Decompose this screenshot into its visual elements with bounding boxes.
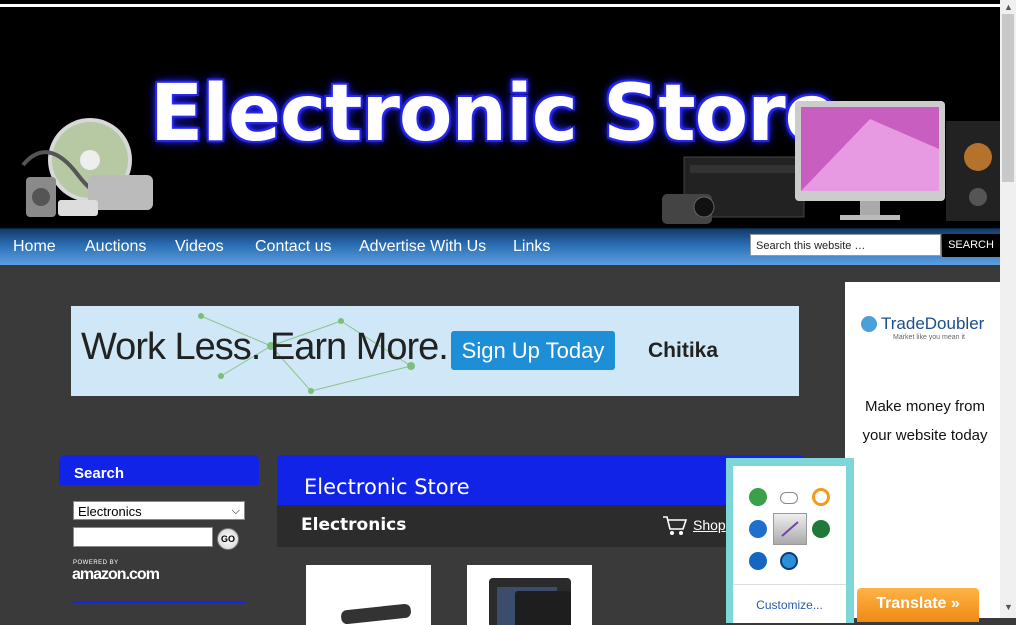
extensions-popup: Customize... (726, 458, 854, 623)
scroll-thumb[interactable] (1002, 14, 1014, 182)
product-card[interactable] (467, 565, 592, 625)
banner-headline: Work Less. Earn More. (81, 326, 449, 368)
pen-icon (781, 521, 799, 537)
translate-button[interactable]: Translate » (857, 588, 979, 622)
go-button[interactable]: GO (217, 528, 239, 550)
nav-links[interactable]: Links (513, 238, 550, 256)
main-title: Electronic Store (304, 475, 470, 499)
keyword-input[interactable] (73, 527, 213, 547)
product-image (489, 578, 571, 625)
category-heading: Electronics (301, 515, 407, 535)
main-subheader: Electronics Shop (277, 505, 804, 547)
nav-contact-us[interactable]: Contact us (255, 238, 331, 256)
shop-link[interactable]: Shop (693, 517, 726, 533)
widget-body: Electronics ⌵ GO POWERED BY amazon.com (59, 485, 259, 625)
teamviewer-icon[interactable] (749, 520, 767, 538)
sign-up-button[interactable]: Sign Up Today (451, 331, 615, 370)
globe-icon[interactable] (780, 552, 798, 570)
search-button[interactable]: SEARCH (942, 234, 1000, 257)
side-ad-text: Make money from your website today (862, 398, 988, 444)
nav-home[interactable]: Home (13, 238, 56, 256)
site-header: Electronic Store (0, 7, 1000, 228)
cloud-icon[interactable] (780, 492, 798, 504)
chevron-down-icon: ⌵ (231, 505, 240, 517)
scroll-up-icon[interactable]: ▲ (1004, 2, 1013, 12)
category-select-value: Electronics (78, 504, 142, 519)
widget-title: Search (59, 455, 259, 485)
avast-icon[interactable] (812, 488, 830, 506)
utorrent-icon[interactable] (749, 488, 767, 506)
nav-videos[interactable]: Videos (175, 238, 224, 256)
vertical-scrollbar[interactable]: ▲ ▼ (1000, 0, 1016, 618)
pen-icon-tile[interactable] (773, 513, 807, 545)
shield-icon[interactable] (812, 520, 830, 538)
grid-icon[interactable] (749, 552, 767, 570)
cart-icon (663, 516, 688, 535)
nav-advertise[interactable]: Advertise With Us (359, 238, 486, 256)
chitika-banner-ad[interactable]: Work Less. Earn More. Sign Up Today Chit… (71, 306, 799, 396)
customize-link[interactable]: Customize... (733, 598, 846, 612)
amazon-logo: amazon.com (72, 566, 160, 583)
search-input[interactable]: Search this website … (750, 234, 941, 256)
main-header: Electronic Store (277, 455, 804, 505)
chitika-logo: Chitika (648, 339, 719, 362)
tradedoubler-icon (861, 316, 877, 332)
tradedoubler-tagline: Market like you mean it (893, 334, 965, 341)
product-image (341, 603, 411, 625)
gadgets-right-image (662, 101, 1000, 224)
search-widget: Search Electronics ⌵ GO POWERED BY amazo… (59, 455, 259, 625)
extensions-divider (733, 584, 846, 585)
tradedoubler-logo: TradeDoubler (881, 314, 985, 333)
gadgets-left-image (21, 118, 153, 217)
widget-divider (73, 602, 245, 603)
tradedoubler-ad[interactable]: TradeDoubler Market like you mean it Mak… (845, 282, 1000, 618)
extensions-list: Customize... (733, 466, 846, 623)
nav-auctions[interactable]: Auctions (85, 238, 146, 256)
product-card[interactable] (306, 565, 431, 625)
category-select[interactable]: Electronics ⌵ (73, 501, 245, 520)
scroll-down-icon[interactable]: ▼ (1004, 602, 1013, 612)
